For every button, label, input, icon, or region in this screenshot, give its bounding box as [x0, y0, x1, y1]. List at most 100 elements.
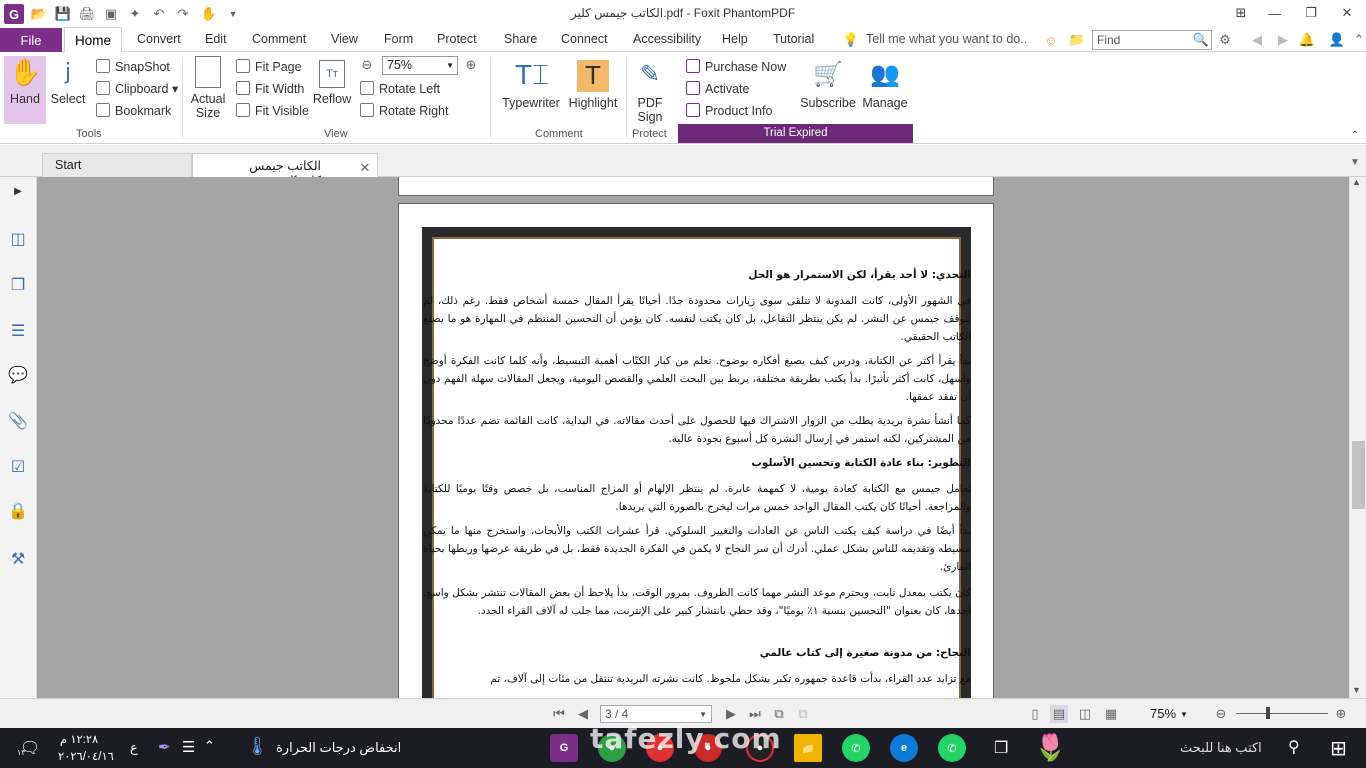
edge-taskbar-icon[interactable]: e	[890, 734, 918, 762]
fit-page-button[interactable]: Fit Page	[236, 58, 302, 76]
tab-view[interactable]: View	[331, 32, 358, 46]
tab-accessibility[interactable]: Accessibility	[633, 32, 701, 46]
next-page-icon[interactable]: ▶	[722, 705, 740, 723]
tab-start[interactable]: Start	[42, 153, 192, 177]
vertical-scrollbar[interactable]: ▲ ▼	[1349, 177, 1366, 698]
next-result-icon[interactable]: ▶	[1274, 31, 1292, 49]
product-info-button[interactable]: Product Info	[686, 102, 772, 120]
fit-width-button[interactable]: Fit Width	[236, 80, 304, 98]
gear-icon[interactable]: ⚙	[1216, 31, 1234, 49]
weather-text[interactable]: انخفاض درجات الحرارة	[276, 740, 401, 756]
layers-panel-icon[interactable]: ☰	[8, 321, 28, 341]
actual-size-button[interactable]: Actual Size	[188, 56, 228, 120]
minimize-button[interactable]: —	[1258, 2, 1292, 24]
tab-protect[interactable]: Protect	[437, 32, 477, 46]
continuous-page-icon[interactable]: ▤	[1050, 705, 1068, 723]
ribbon-collapse-icon[interactable]: ⌃	[1350, 31, 1366, 49]
expand-panel-icon[interactable]: ▶	[8, 181, 28, 201]
tab-edit[interactable]: Edit	[205, 32, 227, 46]
security-lock-icon[interactable]: 🔒	[8, 501, 28, 521]
single-page-icon[interactable]: ▯	[1026, 705, 1044, 723]
tab-share[interactable]: Share	[504, 32, 537, 46]
zoom-level[interactable]: 75%	[1150, 706, 1176, 721]
comments-panel-icon[interactable]: 💬	[8, 365, 28, 385]
whatsapp-web-taskbar-icon[interactable]: ✆	[938, 734, 966, 762]
taskbar-search-box[interactable]: اكتب هنا للبحث	[1180, 740, 1262, 756]
highlight-button[interactable]: T Highlight	[566, 60, 620, 110]
next-view-icon[interactable]: ⧉	[794, 705, 812, 723]
windows-start-icon[interactable]: ⊞	[1330, 736, 1347, 761]
search-icon[interactable]: 🔍	[1192, 31, 1210, 49]
file-tab[interactable]: File	[0, 28, 62, 52]
close-button[interactable]: ✕	[1330, 2, 1364, 24]
input-language[interactable]: ع	[130, 740, 138, 756]
zoom-slider-track[interactable]	[1236, 713, 1328, 714]
fit-visible-button[interactable]: Fit Visible	[236, 102, 309, 120]
zoom-slider-thumb[interactable]	[1266, 707, 1270, 719]
close-tab-icon[interactable]: ✕	[356, 159, 374, 177]
tab-form[interactable]: Form	[384, 32, 413, 46]
clipboard-button[interactable]: Clipboard ▾	[96, 80, 178, 98]
tab-convert[interactable]: Convert	[137, 32, 181, 46]
tags-panel-icon[interactable]: ⚒	[8, 549, 28, 569]
tell-me-search[interactable]: Tell me what you want to do..	[866, 32, 1027, 46]
task-view-icon[interactable]: ❐	[994, 738, 1008, 758]
attachments-panel-icon[interactable]: 📎	[8, 411, 28, 431]
network-wifi-icon[interactable]: ☰	[182, 738, 195, 756]
tab-document[interactable]: الكاتب جيمس كلير.pdf	[192, 153, 378, 188]
pen-workspace-icon[interactable]: ✒	[158, 738, 171, 756]
tab-help[interactable]: Help	[722, 32, 748, 46]
continuous-facing-icon[interactable]: ▦	[1102, 705, 1120, 723]
page-number-input[interactable]: 3 / 4 ▼	[600, 705, 712, 723]
hand-tool-button[interactable]: ✋ Hand	[6, 56, 44, 106]
ribbon-minimize-icon[interactable]: ⌃	[1346, 126, 1364, 144]
purchase-now-button[interactable]: Purchase Now	[686, 58, 786, 76]
tab-home[interactable]: Home	[64, 27, 123, 53]
clock-date[interactable]: ٢٠٢٦/٠٤/١٦	[58, 749, 114, 763]
layout-grid-icon[interactable]: ⊞	[1224, 2, 1258, 24]
zoom-out-status-icon[interactable]: ⊖	[1212, 705, 1230, 723]
last-page-icon[interactable]: ⏭	[746, 705, 764, 723]
tab-connect[interactable]: Connect	[561, 32, 608, 46]
file-explorer-taskbar-icon[interactable]: 📁	[794, 734, 822, 762]
select-tool-button[interactable]: 𝗃 Select	[48, 56, 88, 106]
show-hidden-icons[interactable]: ⌃	[204, 738, 215, 754]
search-folder-icon[interactable]: 📁	[1068, 31, 1086, 49]
feedback-smiley-icon[interactable]: ☺	[1042, 31, 1060, 49]
snapshot-button[interactable]: SnapShot	[96, 58, 170, 76]
rotate-right-button[interactable]: Rotate Right	[360, 102, 448, 120]
subscribe-button[interactable]: 🛒 Subscribe	[798, 60, 858, 110]
signature-panel-icon[interactable]: ☑	[8, 457, 28, 477]
tab-list-dropdown-icon[interactable]: ▼	[1346, 153, 1364, 171]
manage-button[interactable]: 👥 Manage	[860, 60, 910, 110]
user-account-icon[interactable]: 👤	[1328, 31, 1346, 49]
taskbar-search-icon[interactable]: ⚲	[1288, 737, 1300, 757]
pdf-sign-button[interactable]: ✎ PDF Sign	[630, 60, 670, 124]
document-canvas[interactable]: التحدي: لا أحد يقرأ، لكن الاستمرار هو ال…	[37, 177, 1349, 698]
tab-tutorial[interactable]: Tutorial	[773, 32, 814, 46]
zoom-in-icon[interactable]: ⊕	[462, 56, 480, 74]
facing-page-icon[interactable]: ◫	[1076, 705, 1094, 723]
scroll-down-arrow-icon[interactable]: ▼	[1352, 685, 1361, 695]
bookmarks-panel-icon[interactable]: ◫	[8, 229, 28, 249]
rotate-left-button[interactable]: Rotate Left	[360, 80, 440, 98]
foxit-taskbar-icon[interactable]: G	[550, 734, 578, 762]
prev-result-icon[interactable]: ◀	[1248, 31, 1266, 49]
typewriter-button[interactable]: T⌶ Typewriter	[498, 60, 564, 111]
tab-comment[interactable]: Comment	[252, 32, 306, 46]
notification-bell-icon[interactable]: 🔔	[1298, 31, 1316, 49]
first-page-icon[interactable]: ⏮	[550, 705, 568, 723]
activate-button[interactable]: Activate	[686, 80, 749, 98]
whatsapp-taskbar-icon[interactable]: ✆	[842, 734, 870, 762]
clock-time[interactable]: ١٢:٢٨ م	[60, 732, 98, 746]
zoom-in-status-icon[interactable]: ⊕	[1332, 705, 1350, 723]
bookmark-button[interactable]: Bookmark	[96, 102, 171, 120]
zoom-select[interactable]: 75% ▼	[382, 56, 458, 75]
pages-panel-icon[interactable]: ❐	[8, 275, 28, 295]
restore-button[interactable]: ❐	[1294, 2, 1328, 24]
reflow-button[interactable]: Tт Reflow	[312, 60, 352, 106]
prev-page-icon[interactable]: ◀	[574, 705, 592, 723]
scroll-up-arrow-icon[interactable]: ▲	[1352, 177, 1361, 187]
zoom-out-icon[interactable]: ⊖	[358, 56, 376, 74]
previous-view-icon[interactable]: ⧉	[770, 705, 788, 723]
